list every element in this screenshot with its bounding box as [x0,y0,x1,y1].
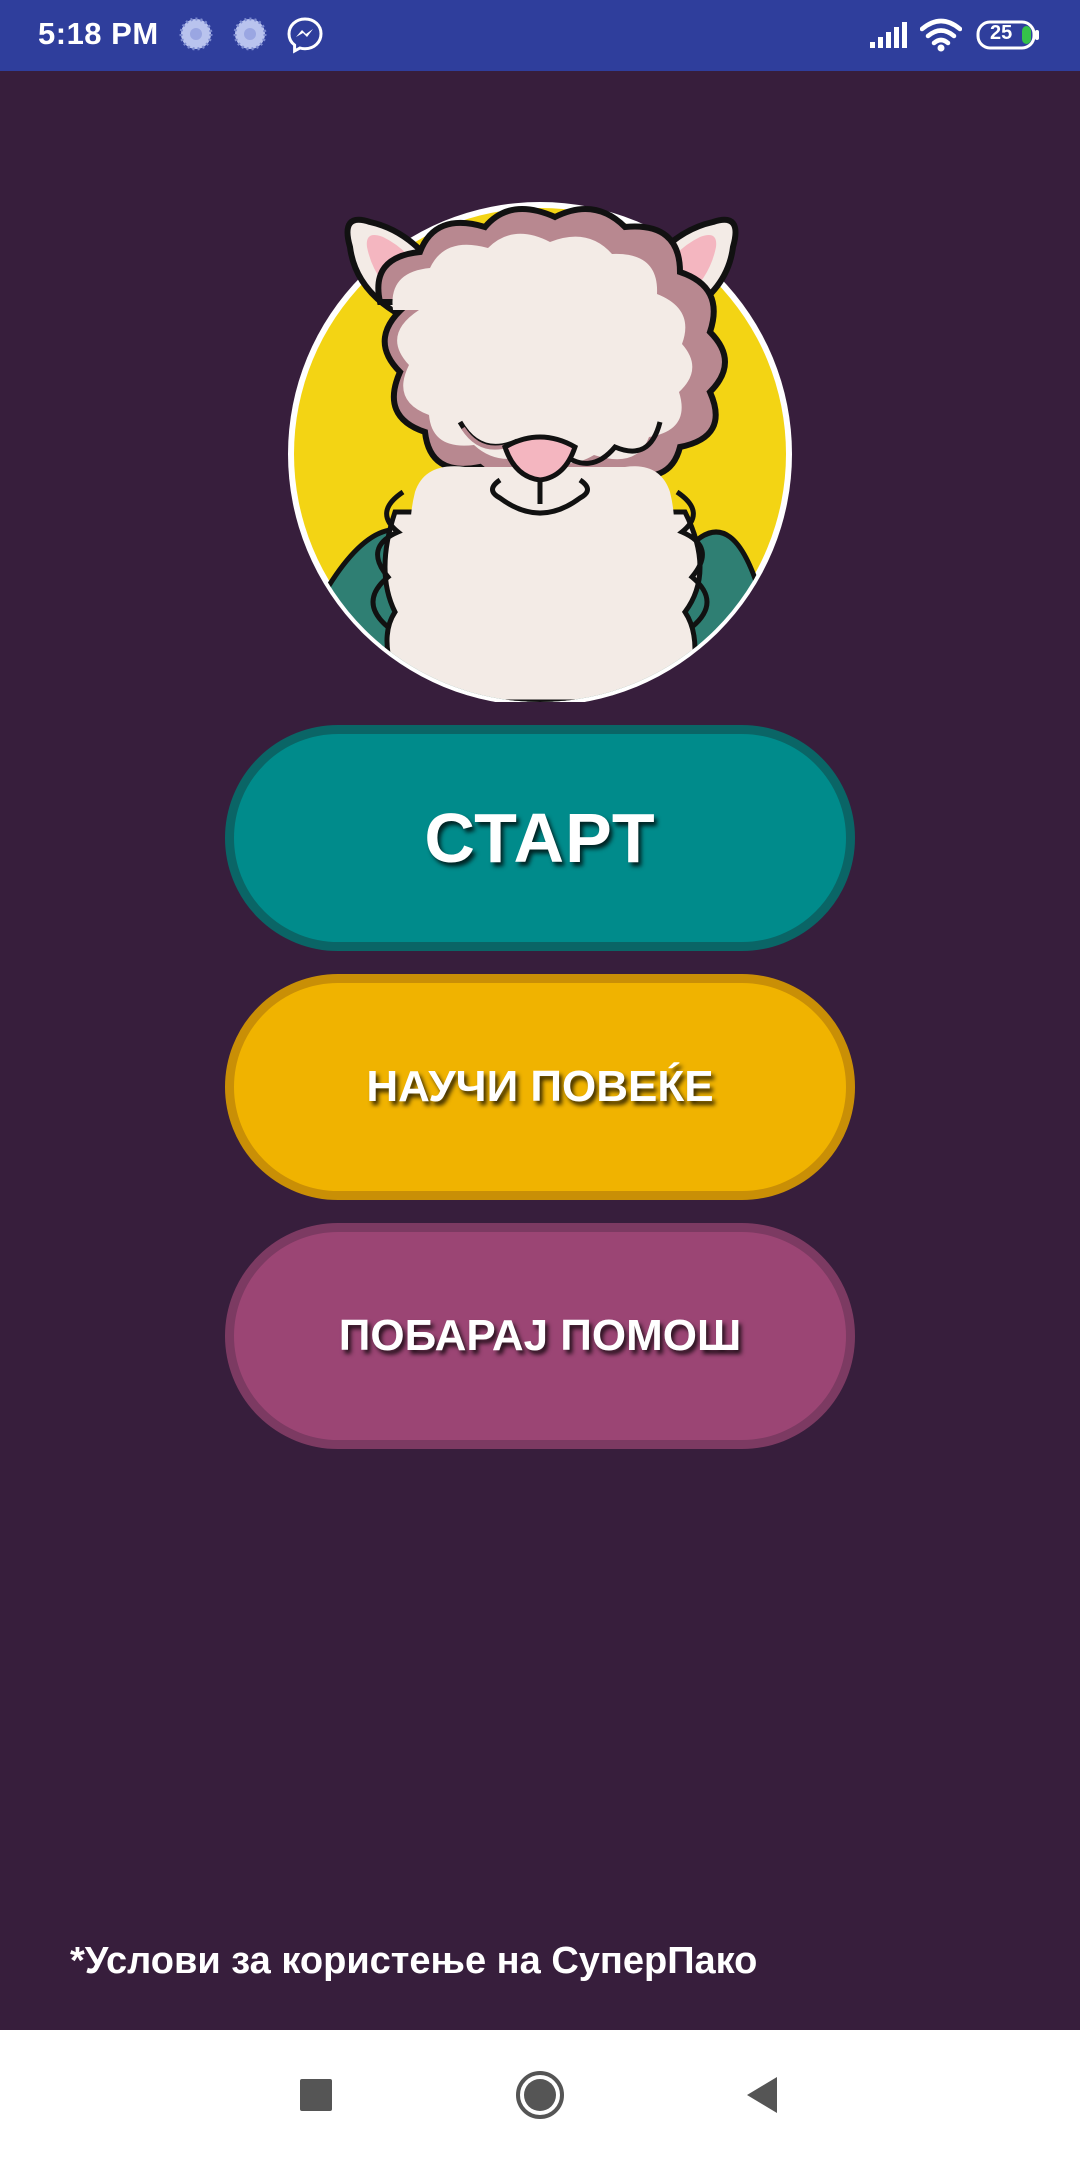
messenger-icon [286,16,324,59]
learn-more-button-label: НАУЧИ ПОВЕЌЕ [366,1062,714,1111]
home-icon[interactable] [510,2065,570,2125]
status-bar: 5:18 PM 25 [0,0,1080,71]
signal-icon [868,20,910,55]
back-icon[interactable] [732,2065,792,2125]
ask-help-button[interactable]: ПОБАРАЈ ПОМОШ [225,1223,855,1449]
learn-more-button[interactable]: НАУЧИ ПОВЕЌЕ [225,974,855,1200]
wifi-icon [919,18,963,57]
status-time: 5:18 PM [38,16,159,51]
sync-icon [232,16,268,57]
battery-level: 25 [990,22,1013,44]
terms-link[interactable]: *Услови за користење на СуперПако [70,1940,757,1983]
alpaca-avatar [285,192,795,706]
start-button[interactable]: СТАРТ [225,725,855,951]
navigation-bar [0,2030,1080,2160]
battery-icon: 25 [976,20,1039,50]
recent-apps-icon[interactable] [286,2065,346,2125]
sync-icon [178,16,214,57]
start-button-label: СТАРТ [424,799,656,877]
ask-help-button-label: ПОБАРАЈ ПОМОШ [338,1311,742,1360]
